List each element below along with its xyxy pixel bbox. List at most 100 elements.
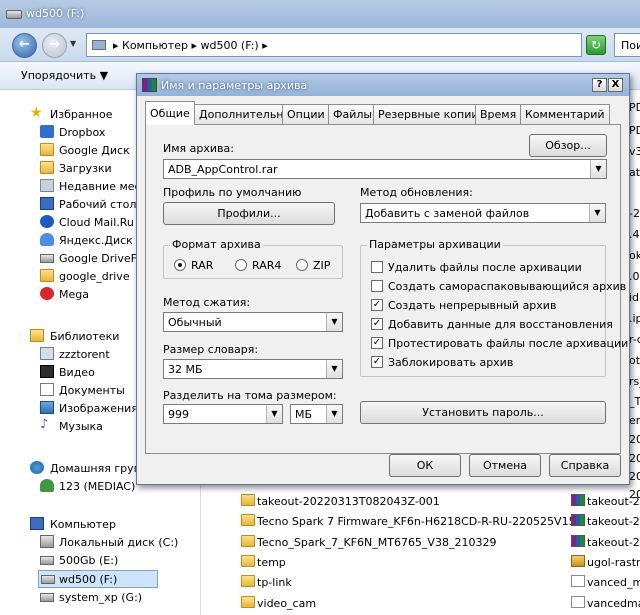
drive-icon: [40, 254, 54, 263]
search-input[interactable]: Пои: [614, 33, 640, 57]
compression-method-select[interactable]: Обычный ▼: [163, 312, 343, 332]
sidebar-item-drive-f[interactable]: wd500 (F:): [38, 570, 158, 588]
archive-format-group: Формат архива RAR RAR4 ZIP: [163, 238, 343, 279]
rar-icon: [571, 494, 585, 506]
update-method-select[interactable]: Добавить с заменой файлов ▼: [360, 203, 606, 223]
drive-icon: [40, 556, 54, 565]
file-name-fragment: 20: [629, 470, 640, 483]
file-name-fragment: 20: [629, 452, 640, 465]
set-password-button[interactable]: Установить пароль...: [360, 401, 606, 424]
homegroup-icon: [30, 461, 44, 474]
ok-button[interactable]: ОК: [389, 454, 461, 477]
chevron-down-icon[interactable]: ▼: [326, 313, 342, 331]
desktop-icon: [40, 197, 54, 210]
star-icon: ★: [30, 105, 43, 121]
window-title: wd500 (F:): [26, 7, 85, 20]
address-bar[interactable]: ▸ Компьютер ▸ wd500 (F:) ▸ ▼: [86, 33, 582, 57]
file-name-fragment: 20: [629, 433, 640, 446]
navigation-bar: ← → ▼ ▸ Компьютер ▸ wd500 (F:) ▸ ▼ ↻ Пои: [0, 28, 640, 62]
file-name-fragment: ot: [629, 354, 640, 367]
archive-name-input[interactable]: ADB_AppControl.rar ▼: [163, 159, 607, 179]
dictionary-size-label: Размер словаря:: [163, 343, 259, 356]
library-icon: [30, 329, 44, 342]
archive-name-label: Имя архива:: [163, 142, 234, 155]
tab-general[interactable]: Общие: [145, 101, 195, 125]
winrar-icon: [142, 78, 157, 92]
user-icon: [40, 479, 54, 492]
cloud-icon: [40, 215, 54, 228]
computer-icon: [92, 40, 106, 50]
folder-icon: [241, 535, 255, 547]
folder-icon: [40, 143, 54, 156]
file-name-fragment: v3: [629, 145, 640, 158]
refresh-button[interactable]: ↻: [586, 35, 606, 55]
folder-icon: [241, 575, 255, 587]
dropbox-icon: [40, 125, 54, 138]
dialog-titlebar[interactable]: Имя и параметры архива ? X: [137, 74, 629, 96]
file-name-fragment: -20: [629, 207, 640, 220]
chevron-down-icon[interactable]: ▼: [326, 360, 342, 378]
checkmark-icon: ✓: [371, 356, 383, 368]
help-title-button[interactable]: ?: [592, 78, 607, 92]
folder-icon: [40, 269, 54, 282]
recent-pages-dropdown[interactable]: ▼: [70, 39, 76, 48]
close-title-button[interactable]: X: [608, 78, 623, 92]
archive-options-group: Параметры архивации Удалить файлы после …: [360, 238, 628, 377]
local-disk-icon: [40, 535, 54, 548]
video-icon: [40, 365, 54, 378]
file-name-fragment: PD: [629, 101, 640, 114]
split-unit-select[interactable]: МБ ▼: [290, 404, 343, 424]
browse-button[interactable]: Обзор...: [529, 134, 607, 157]
cancel-button[interactable]: Отмена: [469, 454, 541, 477]
split-volumes-label: Разделить на тома размером:: [163, 389, 337, 402]
checkmark-icon: ✓: [371, 337, 383, 349]
file-name-fragment: id(: [629, 291, 640, 304]
back-button[interactable]: ←: [12, 33, 37, 58]
library-folder-icon: [40, 347, 54, 360]
folder-icon: [241, 494, 255, 506]
file-name-fragment: .0: [629, 270, 640, 283]
folder-icon: [241, 514, 255, 526]
chevron-down-icon[interactable]: ▼: [590, 160, 606, 178]
tab-backup[interactable]: Резервные копии: [373, 104, 484, 124]
split-volumes-input[interactable]: 999 ▼: [163, 404, 283, 424]
yandex-disk-icon: [40, 233, 54, 246]
profiles-button[interactable]: Профили...: [163, 202, 335, 225]
drive-icon: [41, 575, 55, 584]
file-name-fragment: ok: [629, 249, 640, 262]
checkmark-icon: ✓: [371, 299, 383, 311]
archive-options-dialog: Имя и параметры архива ? X Общие Дополни…: [136, 73, 630, 485]
rar-icon: [571, 535, 585, 547]
file-name-fragment: r-c: [629, 333, 640, 346]
file-name-fragment: .4: [629, 228, 640, 241]
help-button[interactable]: Справка: [549, 454, 621, 477]
tab-comment[interactable]: Комментарий: [520, 104, 610, 124]
document-icon: [571, 575, 585, 587]
music-icon: ♪: [40, 417, 49, 432]
forward-button[interactable]: →: [42, 33, 67, 58]
chevron-down-icon[interactable]: ▼: [326, 405, 342, 423]
tab-files[interactable]: Файлы: [328, 104, 378, 124]
update-method-label: Метод обновления:: [360, 186, 473, 199]
organize-button[interactable]: Упорядочить ▼: [21, 69, 108, 82]
explorer-titlebar: wd500 (F:): [0, 0, 640, 28]
folder-icon: [40, 161, 54, 174]
recent-places-icon: [40, 179, 54, 192]
default-profile-label: Профиль по умолчанию: [163, 186, 302, 199]
documents-icon: [40, 383, 54, 396]
file-name-fragment: rs_: [629, 375, 640, 388]
file-name-fragment: ate: [629, 166, 640, 179]
dictionary-size-select[interactable]: 32 МБ ▼: [163, 359, 343, 379]
folder-icon: [241, 555, 255, 567]
tab-time[interactable]: Время: [475, 104, 522, 124]
tab-advanced[interactable]: Дополнительно: [194, 104, 296, 124]
tab-options[interactable]: Опции: [282, 104, 330, 124]
jpg-icon: [571, 555, 585, 567]
computer-icon: [30, 517, 44, 530]
arrow-right-icon: →: [49, 37, 60, 52]
compression-method-label: Метод сжатия:: [163, 296, 251, 309]
folder-icon: [241, 596, 255, 608]
chevron-down-icon[interactable]: ▼: [589, 204, 605, 222]
file-name-fragment: 20: [629, 488, 640, 501]
chevron-down-icon[interactable]: ▼: [266, 405, 282, 423]
